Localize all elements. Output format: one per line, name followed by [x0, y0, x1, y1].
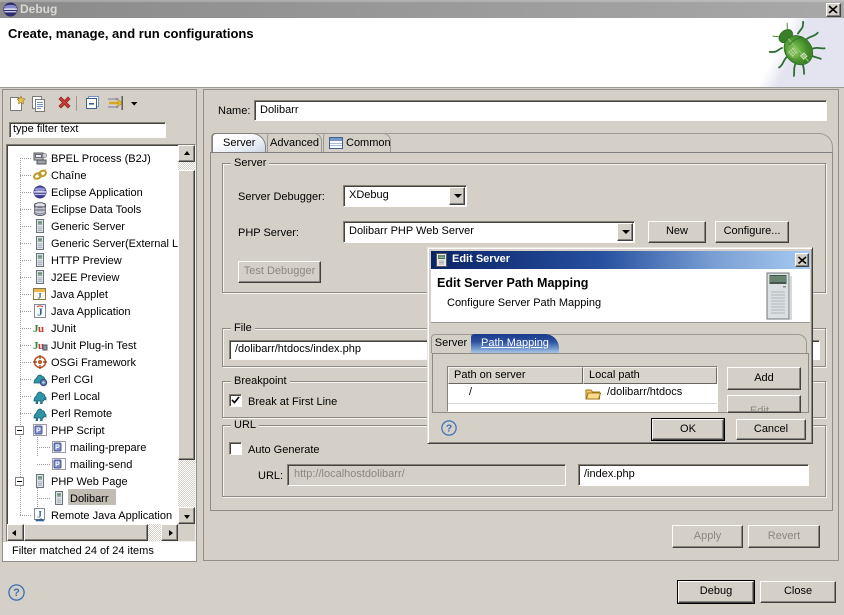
- svg-text:P: P: [55, 445, 60, 452]
- svg-text:J: J: [37, 510, 42, 520]
- svg-text:P: P: [55, 462, 60, 469]
- svg-text:P: P: [36, 428, 41, 435]
- svg-text:J: J: [37, 307, 43, 319]
- svg-text:u: u: [38, 323, 44, 335]
- svg-text:J: J: [38, 292, 42, 301]
- svg-text:?: ?: [13, 587, 20, 599]
- svg-text:?: ?: [446, 423, 452, 434]
